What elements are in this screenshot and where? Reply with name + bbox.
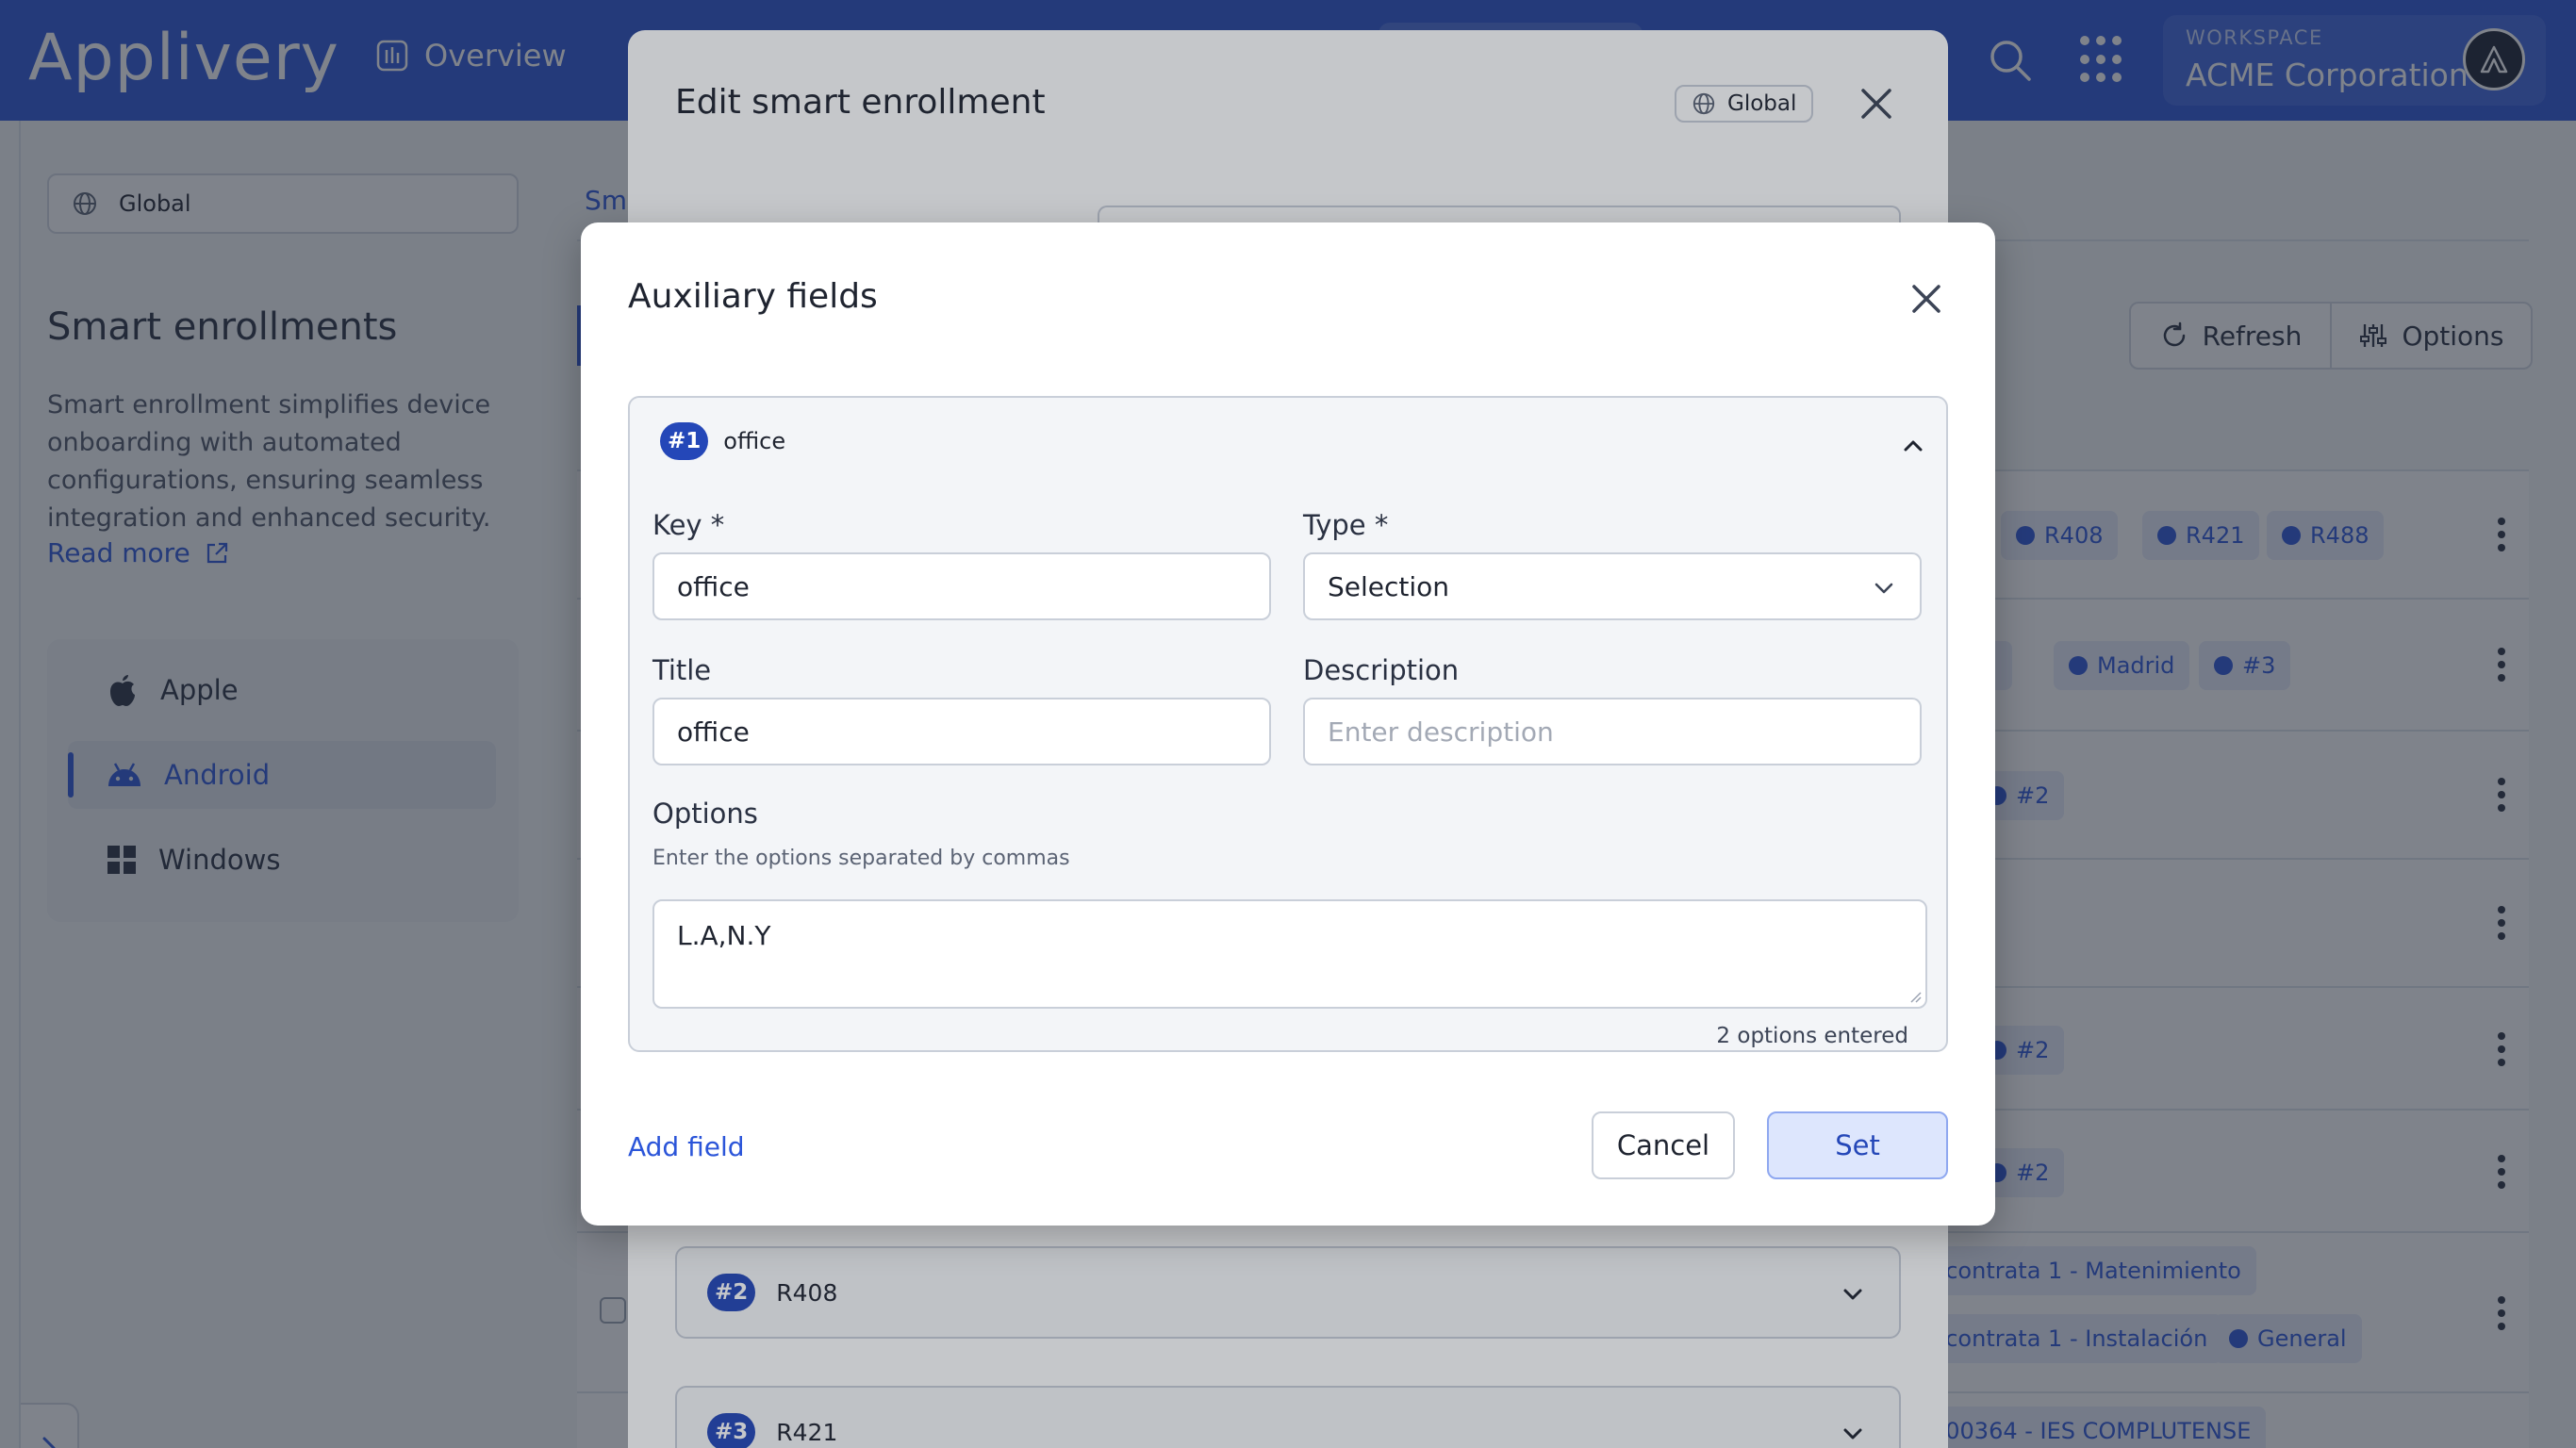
key-input[interactable]: office: [652, 552, 1271, 620]
type-select-value: Selection: [1328, 570, 1450, 602]
type-label: Type *: [1303, 509, 1389, 541]
close-icon[interactable]: [1907, 279, 1946, 319]
options-count: 2 options entered: [1716, 1024, 1908, 1048]
chevron-up-icon[interactable]: [1899, 432, 1927, 460]
title-input[interactable]: office: [652, 698, 1271, 765]
key-label: Key *: [652, 509, 725, 541]
add-field-link[interactable]: Add field: [628, 1131, 745, 1162]
options-textarea[interactable]: L.A,N.Y: [652, 899, 1927, 1009]
auxiliary-field-card: #1 office Key * office Type * Selection …: [628, 396, 1948, 1052]
options-value: L.A,N.Y: [677, 920, 771, 951]
field-card-header[interactable]: #1 office: [660, 422, 785, 460]
chevron-down-icon: [1874, 583, 1893, 594]
modal-title: Auxiliary fields: [628, 277, 878, 316]
set-button[interactable]: Set: [1767, 1111, 1948, 1179]
description-label: Description: [1303, 654, 1460, 686]
description-input[interactable]: Enter description: [1303, 698, 1922, 765]
cancel-button[interactable]: Cancel: [1592, 1111, 1735, 1179]
auxiliary-fields-modal: Auxiliary fields #1 office Key * office …: [581, 222, 1995, 1226]
options-label: Options: [652, 798, 758, 830]
field-index-badge: #1: [660, 422, 709, 460]
title-label: Title: [652, 654, 712, 686]
type-select[interactable]: Selection: [1303, 552, 1922, 620]
resize-grip-icon[interactable]: [1908, 990, 1922, 1003]
field-name: office: [723, 428, 786, 454]
options-hint: Enter the options separated by commas: [652, 847, 1070, 870]
